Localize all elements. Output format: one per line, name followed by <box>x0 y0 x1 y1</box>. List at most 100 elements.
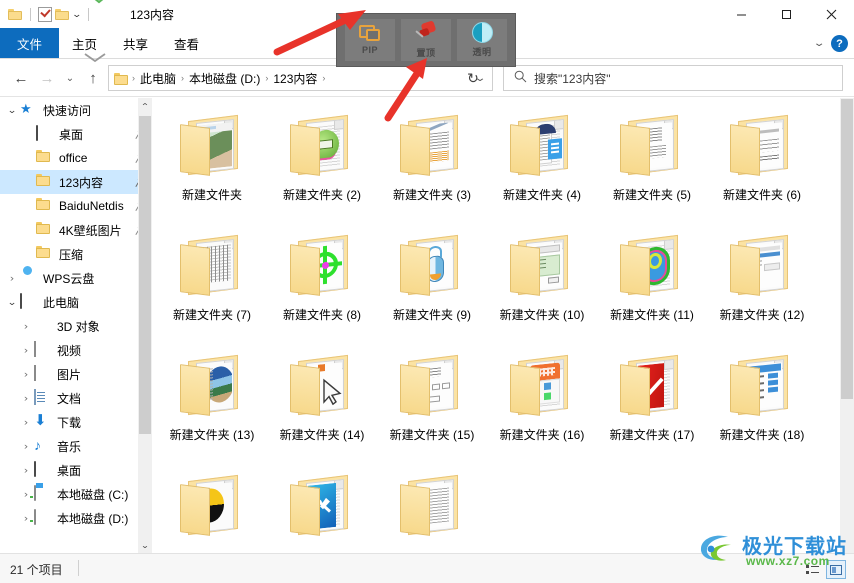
breadcrumb-item-this-pc[interactable]: 此电脑 <box>136 70 180 87</box>
folder-thumbnail <box>284 348 360 424</box>
sidebar-item-desktop-pc[interactable]: › 桌面 <box>0 458 152 482</box>
list-item[interactable]: 新建文件夹 (7) <box>157 222 267 342</box>
sidebar-item-documents[interactable]: › 文档 <box>0 386 152 410</box>
floating-overlay-toolbar[interactable]: PIP 置顶 透明 <box>336 13 516 67</box>
sidebar-group-wps-cloud[interactable]: › WPS云盘 <box>0 266 152 290</box>
refresh-button[interactable]: ↻ <box>460 65 486 91</box>
expand-ribbon-chevron-icon[interactable]: ⌄ <box>813 38 826 49</box>
sidebar-item-label: office <box>59 151 88 165</box>
tab-file[interactable]: 文件 <box>0 28 60 59</box>
up-button[interactable]: ↑ <box>80 65 106 91</box>
item-label: 新建文件夹 (4) <box>502 188 581 202</box>
properties-icon[interactable] <box>38 6 52 22</box>
scroll-up-icon[interactable]: ⌃ <box>136 98 154 114</box>
sidebar-group-this-pc[interactable]: ⌄ 此电脑 <box>0 290 152 314</box>
quick-access-toolbar: ⌄ <box>8 4 93 24</box>
search-box[interactable]: 搜索"123内容" <box>503 65 843 91</box>
desktop-icon <box>36 125 54 142</box>
folder-icon[interactable] <box>8 8 23 20</box>
sidebar-item-pictures[interactable]: › 图片 <box>0 362 152 386</box>
sidebar-item-drive-c[interactable]: › 本地磁盘 (C:) <box>0 482 152 506</box>
pin-on-top-label: 置顶 <box>416 47 436 58</box>
new-folder-icon[interactable] <box>55 8 70 20</box>
downloads-icon: ⬇ <box>34 412 47 429</box>
close-button[interactable] <box>809 0 854 29</box>
sidebar-item-label: 4K壁纸图片 <box>59 223 122 238</box>
folder-icon <box>36 198 54 214</box>
folder-thumbnail <box>394 348 470 424</box>
sidebar-item-office[interactable]: › office <box>0 146 152 170</box>
forward-button[interactable]: → <box>34 65 60 91</box>
content-scroll-thumb[interactable] <box>841 99 853 399</box>
list-item[interactable]: 新建文件夹 (10) <box>487 222 597 342</box>
list-item[interactable]: 新建文件夹 (14) <box>267 342 377 462</box>
list-item[interactable]: 新建文件夹 (11) <box>597 222 707 342</box>
item-label: 新建文件夹 (14) <box>279 428 365 442</box>
list-item[interactable]: 新建文件夹 (16) <box>487 342 597 462</box>
sidebar-scrollbar[interactable]: ⌃ ⌄ <box>138 98 152 553</box>
list-item[interactable]: 新建文件夹 (15) <box>377 342 487 462</box>
help-button[interactable]: ? <box>831 35 848 52</box>
tab-share[interactable]: 共享 <box>110 28 161 59</box>
sidebar-item-music[interactable]: › ♪ 音乐 <box>0 434 152 458</box>
file-list-pane[interactable]: 新建文件夹 新建文件夹 (2) 新建文件夹 (3) 新建文件夹 (4) 新建文件… <box>153 98 840 553</box>
sidebar-item-label: 下载 <box>57 415 82 430</box>
sidebar-scroll-thumb[interactable] <box>139 116 151 434</box>
sidebar-item-desktop[interactable]: › 桌面 <box>0 122 152 146</box>
list-item[interactable]: 新建文件夹 (6) <box>707 102 817 222</box>
item-label: 新建文件夹 (7) <box>172 308 251 322</box>
breadcrumb-item-current[interactable]: 123内容 <box>269 70 321 87</box>
sidebar-item-downloads[interactable]: › ⬇ 下载 <box>0 410 152 434</box>
breadcrumb-separator-3: › <box>322 73 326 83</box>
pip-button[interactable]: PIP <box>345 19 395 61</box>
sidebar-item-123content[interactable]: › 123内容 <box>0 170 152 194</box>
sidebar-item-baidunetdisk[interactable]: › BaiduNetdis <box>0 194 152 218</box>
cloud-icon <box>20 270 38 286</box>
list-item[interactable]: 新建文件夹 (8) <box>267 222 377 342</box>
breadcrumb: › 此电脑 › 本地磁盘 (D:) › 123内容 › <box>109 70 468 87</box>
breadcrumb-item-drive-d[interactable]: 本地磁盘 (D:) <box>185 70 264 87</box>
transparency-button[interactable]: 透明 <box>457 19 507 61</box>
item-label: 新建文件夹 (3) <box>392 188 471 202</box>
list-item[interactable]: 新建文件夹 <box>157 102 267 222</box>
list-item[interactable]: 新建文件夹 (17) <box>597 342 707 462</box>
tab-view[interactable]: 查看 <box>161 28 212 59</box>
sidebar-item-label: 桌面 <box>59 127 84 142</box>
folder-thumbnail <box>394 228 470 304</box>
list-item[interactable]: 新建文件夹 (13) <box>157 342 267 462</box>
list-item[interactable] <box>157 462 267 553</box>
back-button[interactable]: ← <box>8 65 34 91</box>
maximize-button[interactable] <box>764 0 809 29</box>
sidebar-item-videos[interactable]: › 视频 <box>0 338 152 362</box>
list-item[interactable]: 新建文件夹 (3) <box>377 102 487 222</box>
pin-on-top-button[interactable]: 置顶 <box>401 19 451 61</box>
folder-thumbnail <box>174 228 250 304</box>
list-item[interactable]: 新建文件夹 (18) <box>707 342 817 462</box>
breadcrumb-bar[interactable]: › 此电脑 › 本地磁盘 (D:) › 123内容 › ⌄ <box>108 65 493 91</box>
drive-icon <box>34 509 52 526</box>
folder-thumbnail <box>284 468 360 544</box>
folder-thumbnail <box>614 348 690 424</box>
list-item[interactable]: 新建文件夹 (12) <box>707 222 817 342</box>
recent-locations-chevron-icon[interactable]: ⌄ <box>60 65 80 91</box>
sidebar-group-quick-access[interactable]: ⌄ ★ 快速访问 <box>0 98 152 122</box>
qat-divider-2 <box>87 7 89 21</box>
sidebar-item-3d-objects[interactable]: › 3D 对象 <box>0 314 152 338</box>
chevron-down-icon[interactable]: ⌄ <box>71 9 82 19</box>
scroll-down-icon[interactable]: ⌄ <box>136 537 154 553</box>
overlay-top-handle-icon[interactable] <box>86 0 112 4</box>
sidebar-item-drive-d[interactable]: › 本地磁盘 (D:) <box>0 506 152 530</box>
sidebar-item-compressed[interactable]: › 压缩 <box>0 242 152 266</box>
list-item[interactable]: 新建文件夹 (5) <box>597 102 707 222</box>
list-item[interactable] <box>377 462 487 553</box>
list-item[interactable] <box>267 462 377 553</box>
overlay-bottom-handle-icon[interactable] <box>82 52 108 63</box>
status-divider <box>78 560 79 576</box>
content-scrollbar[interactable] <box>840 98 854 553</box>
list-item[interactable]: 新建文件夹 (4) <box>487 102 597 222</box>
list-item[interactable]: 新建文件夹 (9) <box>377 222 487 342</box>
sidebar-item-4k-wallpaper[interactable]: › 4K壁纸图片 <box>0 218 152 242</box>
list-item[interactable]: 新建文件夹 (2) <box>267 102 377 222</box>
folder-thumbnail <box>614 108 690 184</box>
minimize-button[interactable] <box>719 0 764 29</box>
